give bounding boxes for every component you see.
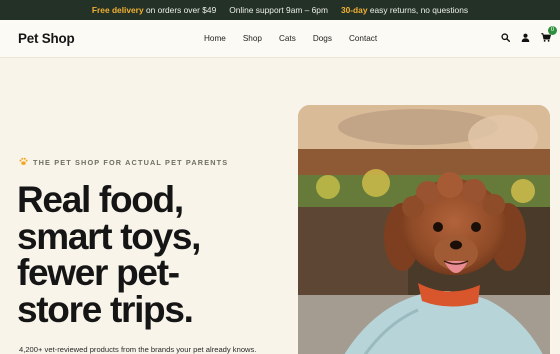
announcement-delivery-highlight: Free delivery [91, 5, 144, 15]
nav-shop[interactable]: Shop [243, 34, 262, 43]
site-logo[interactable]: Pet Shop [18, 31, 75, 46]
announcement-delivery-text: on orders over $49 [145, 5, 217, 15]
hero-eyebrow-text: THE PET SHOP FOR ACTUAL PET PARENTS [33, 158, 229, 167]
search-icon[interactable] [500, 32, 511, 43]
hero-headline-line: smart toys, [17, 215, 201, 257]
hero-headline-line: store trips. [17, 288, 194, 330]
header-icons: 0 [500, 26, 557, 43]
paw-icon [19, 157, 28, 168]
announcement-support: Online support 9am – 6pm [229, 5, 328, 15]
hero-dog-photo [298, 105, 550, 354]
announcement-returns-text: easy returns, no questions [369, 5, 469, 15]
cart-icon[interactable]: 0 [540, 26, 557, 43]
cart-count-badge: 0 [548, 26, 557, 35]
hero-eyebrow: THE PET SHOP FOR ACTUAL PET PARENTS [19, 157, 228, 168]
hero-headline-line: Real food, [17, 179, 184, 220]
nav-contact[interactable]: Contact [349, 34, 377, 43]
site-header: Pet Shop Home Shop Cats Dogs Contact 0 [0, 20, 560, 58]
hero-subtext: 4,200+ vet-reviewed products from the br… [19, 345, 257, 354]
nav-cats[interactable]: Cats [279, 34, 296, 43]
nav-home[interactable]: Home [204, 34, 226, 43]
announcement-returns: 30-day easy returns, no questions [341, 5, 468, 15]
main-nav: Home Shop Cats Dogs Contact [204, 34, 377, 43]
announcement-bar: Free delivery on orders over $49 Online … [0, 0, 560, 20]
announcement-returns-highlight: 30-day [340, 5, 368, 15]
nav-dogs[interactable]: Dogs [313, 34, 332, 43]
user-icon[interactable] [520, 32, 531, 43]
announcement-delivery: Free delivery on orders over $49 [92, 5, 216, 15]
hero-headline: Real food, smart toys, fewer pet- store … [17, 179, 287, 330]
hero-headline-line: fewer pet- [17, 252, 180, 293]
